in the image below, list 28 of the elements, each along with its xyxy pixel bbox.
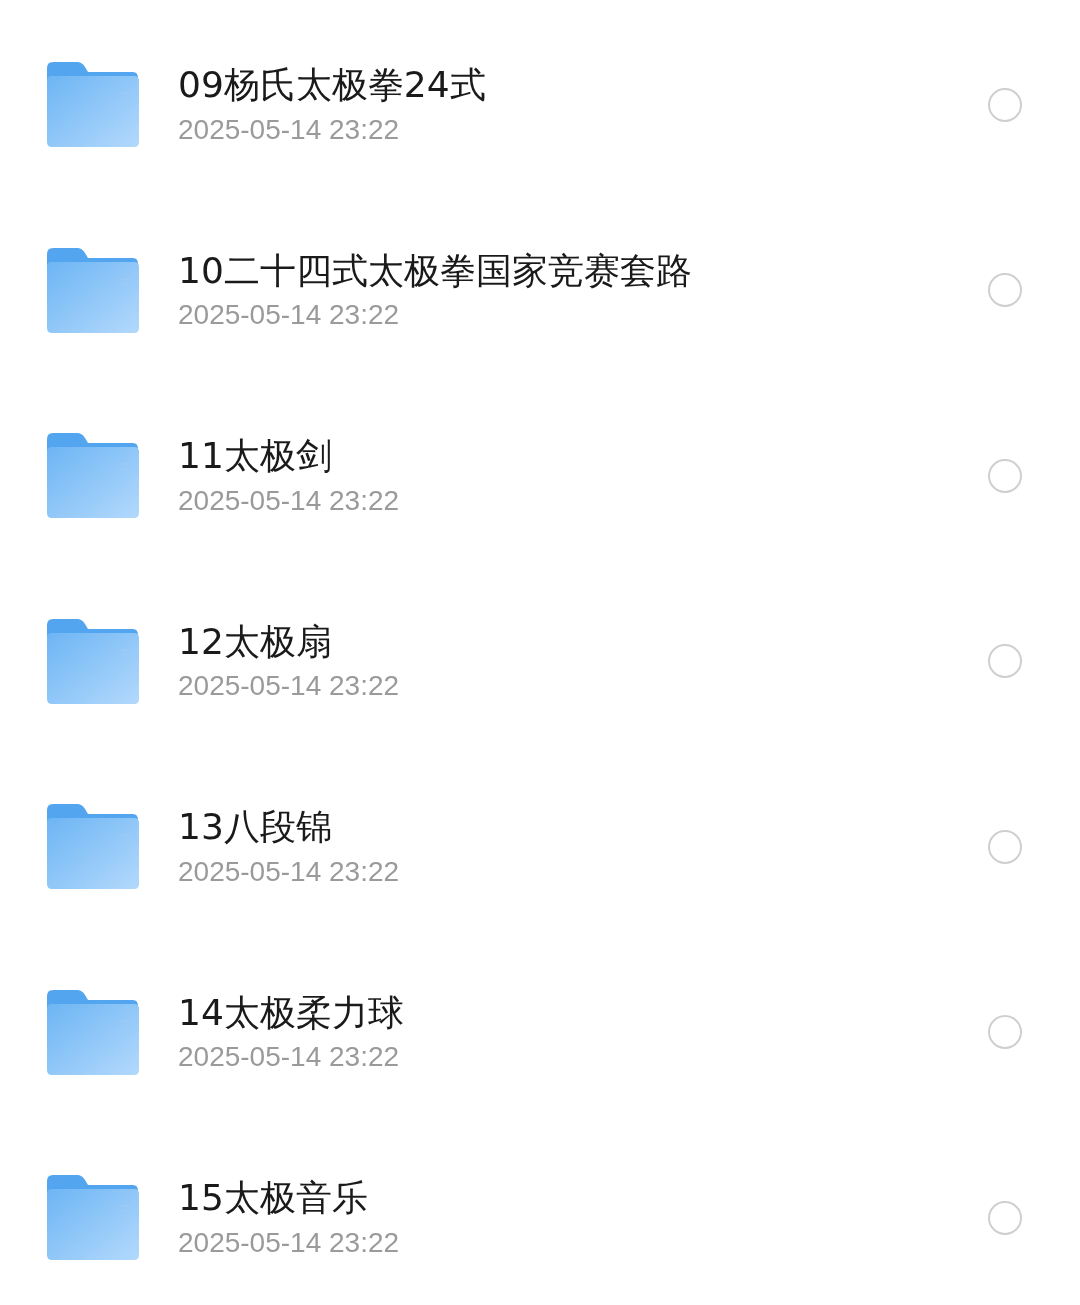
folder-icon bbox=[47, 433, 139, 519]
folder-icon bbox=[47, 804, 139, 890]
folder-icon bbox=[47, 62, 139, 148]
folder-name[interactable]: 12太极扇 bbox=[178, 619, 988, 664]
modified-date: 2025-05-14 23:22 bbox=[178, 483, 401, 518]
modified-date: 2025-05-14 23:22 bbox=[178, 854, 401, 889]
modified-date: 2025-05-14 23:22 bbox=[178, 1225, 401, 1260]
folder-icon bbox=[47, 1175, 139, 1261]
modified-date: 2025-05-14 23:22 bbox=[178, 112, 401, 147]
select-radio[interactable] bbox=[988, 644, 1022, 679]
select-radio[interactable] bbox=[988, 273, 1022, 308]
folder-icon bbox=[47, 989, 139, 1075]
folder-name[interactable]: 09杨氏太极拳24式 bbox=[178, 63, 988, 107]
select-radio[interactable] bbox=[988, 458, 1022, 493]
select-radio[interactable] bbox=[988, 87, 1022, 122]
folder-icon bbox=[47, 247, 139, 333]
folder-name[interactable]: 11太极剑 bbox=[178, 434, 988, 478]
folder-name[interactable]: 10二十四式太极拳国家竞赛套路 bbox=[178, 248, 988, 293]
folder-name[interactable]: 13八段锦 bbox=[178, 805, 988, 849]
modified-date: 2025-05-14 23:22 bbox=[178, 669, 401, 703]
folder-name[interactable]: 14太极柔力球 bbox=[178, 990, 988, 1035]
folder-icon bbox=[47, 618, 139, 704]
select-radio[interactable] bbox=[988, 1015, 1022, 1050]
modified-date: 2025-05-14 23:22 bbox=[178, 1040, 401, 1074]
select-radio[interactable] bbox=[988, 829, 1022, 864]
folder-name[interactable]: 15太极音乐 bbox=[178, 1176, 988, 1220]
select-radio[interactable] bbox=[988, 1200, 1022, 1235]
modified-date: 2025-05-14 23:22 bbox=[178, 298, 401, 332]
